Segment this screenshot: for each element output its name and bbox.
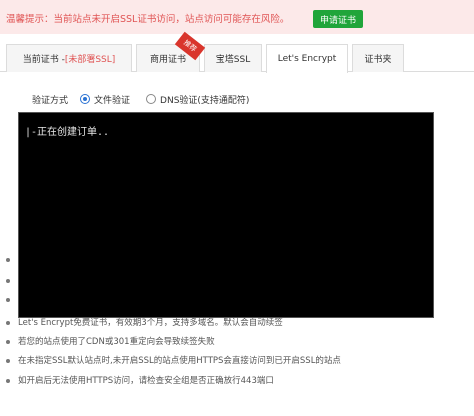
verification-method-row: 验证方式 文件验证 DNS验证(支持通配符) [32,92,249,106]
note-item: 在未指定SSL默认站点时,未开启SSL的站点使用HTTPS会直接访问到已开启SS… [6,354,341,366]
hidden-list-bullet [6,279,10,283]
note-item: 如开启后无法使用HTTPS访问，请检查安全组是否正确放行443端口 [6,374,274,386]
ssl-warning-text: 温馨提示：当前站点未开启SSL证书访问，站点访问可能存在风险。 [6,14,290,25]
tab-baota-ssl-label: 宝塔SSL [215,55,251,65]
tab-lets-encrypt[interactable]: Let's Encrypt [266,44,348,73]
log-terminal[interactable]: |-正在创建订单.. [18,112,434,318]
tab-lets-encrypt-label: Let's Encrypt [277,54,337,64]
file-verification-label[interactable]: 文件验证 [94,93,130,106]
apply-certificate-button[interactable]: 申请证书 [313,10,363,28]
tab-certificate-folder-label: 证书夹 [364,55,392,65]
terminal-output-line: |-正在创建订单.. [25,127,110,138]
hidden-list-bullet [6,258,10,262]
verification-method-label: 验证方式 [32,95,69,106]
dns-verification-radio[interactable] [146,94,157,104]
tab-baota-ssl[interactable]: 宝塔SSL [204,44,262,72]
ssl-tabs: 当前证书 - [未部署SSL] 商用证书 宝塔SSL Let's Encrypt… [0,44,474,73]
dns-verification-label[interactable]: DNS验证(支持通配符) [160,93,249,106]
hidden-list-bullet [6,298,10,302]
not-deployed-status: [未部署SSL] [64,55,116,65]
tab-certificate-folder[interactable]: 证书夹 [352,44,404,72]
file-verification-radio[interactable] [80,94,91,104]
tab-current-certificate-label: 当前证书 - [22,55,65,65]
note-item: 若您的站点使用了CDN或301重定向会导致续签失败 [6,335,215,347]
ssl-warning-banner: 温馨提示：当前站点未开启SSL证书访问，站点访问可能存在风险。 申请证书 [0,0,474,34]
tab-commercial-certificate-label: 商用证书 [149,55,186,65]
tab-current-certificate[interactable]: 当前证书 - [未部署SSL] [6,44,132,72]
